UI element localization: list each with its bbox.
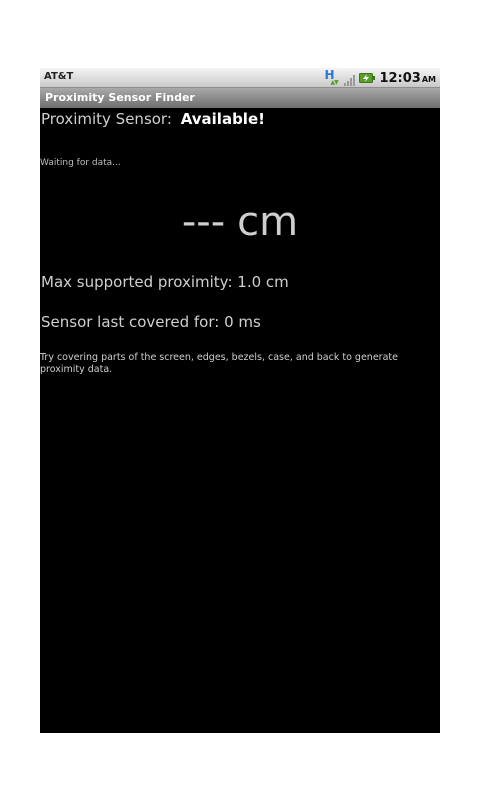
clock: 12:03AM: [379, 71, 436, 86]
sensor-availability: Proximity Sensor: Available!: [41, 110, 265, 128]
data-activity-arrows: ▲▼: [330, 79, 338, 86]
hint-text: Try covering parts of the screen, edges,…: [40, 352, 398, 375]
proximity-unit: cm: [237, 199, 299, 245]
proximity-value: ---: [181, 199, 226, 245]
status-bar[interactable]: AT&T H ▲▼ 12:03AM: [40, 68, 440, 88]
phone-screen: AT&T H ▲▼ 12:03AM Proximity Sensor Finde…: [40, 68, 440, 733]
battery-charging-icon: [359, 73, 376, 83]
carrier-name: AT&T: [44, 71, 74, 82]
status-icons: H ▲▼ 12:03AM: [324, 68, 436, 87]
max-proximity-text: Max supported proximity: 1.0 cm: [41, 273, 289, 291]
sensor-status: Available!: [180, 110, 265, 128]
clock-ampm: AM: [421, 74, 436, 84]
waiting-text: Waiting for data...: [40, 158, 121, 168]
sensor-label: Proximity Sensor:: [41, 110, 172, 128]
last-covered-text: Sensor last covered for: 0 ms: [41, 313, 261, 331]
signal-strength-icon: [344, 74, 356, 86]
hsdpa-icon: H ▲▼: [324, 68, 340, 87]
proximity-reading: --- cm: [40, 199, 440, 245]
clock-time: 12:03: [379, 70, 421, 86]
app-title: Proximity Sensor Finder: [45, 91, 195, 104]
app-title-bar: Proximity Sensor Finder: [40, 88, 440, 108]
